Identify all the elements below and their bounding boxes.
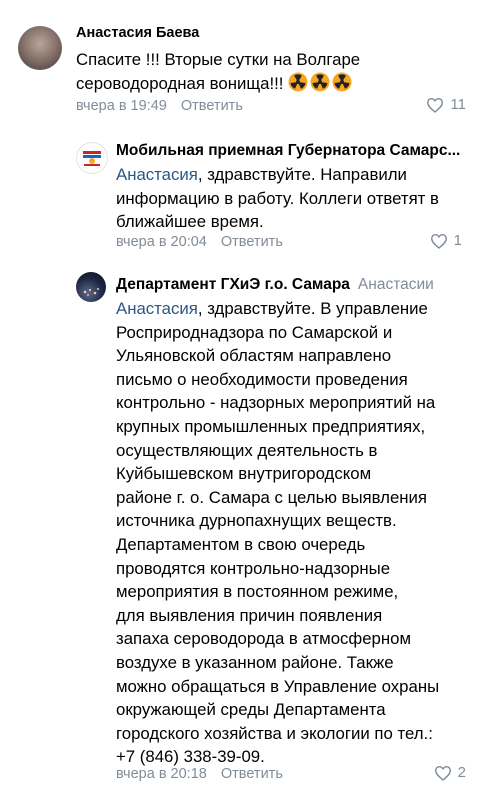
comment-author[interactable]: Департамент ГХиЭ г.о. Самара Анастасии bbox=[116, 276, 434, 294]
reply-to-name[interactable]: Анастасии bbox=[358, 276, 434, 293]
comment-line: Спасите !!! Вторые сутки на Волгаре bbox=[76, 50, 361, 69]
comment-time: вчера в 19:49 bbox=[76, 98, 167, 114]
like-count: 1 bbox=[453, 232, 462, 249]
comment-author[interactable]: Анастасия Баева bbox=[76, 25, 199, 41]
comment-line: Анастасия, здравствуйте. В управление bbox=[116, 297, 439, 321]
comment-meta: вчера в 19:49 Ответить bbox=[76, 98, 243, 114]
comment-meta: вчера в 20:04 Ответить bbox=[116, 234, 283, 250]
comment-line: для выявления причин появления bbox=[116, 605, 383, 625]
comment-line-text: , здравствуйте. Направили bbox=[197, 165, 407, 184]
heart-icon bbox=[434, 765, 451, 781]
comment-time: вчера в 20:18 bbox=[116, 766, 207, 782]
comment-line: городского хозяйства и экологии по тел.: bbox=[116, 723, 433, 743]
heart-icon bbox=[427, 97, 444, 113]
comment-line: воздухе в указанном районе. Также bbox=[116, 652, 394, 672]
comment-text: Анастасия, здравствуйте. В управление Ро… bbox=[116, 297, 439, 769]
comment-line: информацию в работу. Коллеги ответят в bbox=[116, 188, 439, 208]
like-count: 11 bbox=[450, 96, 466, 113]
like-button[interactable]: 2 bbox=[434, 764, 466, 781]
comment-line: Куйбышевском внутригородском bbox=[116, 464, 372, 484]
avatar[interactable] bbox=[76, 142, 108, 174]
comment-line: источника дурнопахнущих веществ. bbox=[116, 511, 397, 531]
comment-author[interactable]: Мобильная приемная Губернатора Самарс... bbox=[116, 142, 460, 160]
reply-button[interactable]: Ответить bbox=[221, 234, 283, 250]
comment-text: Анастасия, здравствуйте. Направили инфор… bbox=[116, 163, 439, 234]
comment-line: письмо о необходимости проведения bbox=[116, 369, 408, 389]
mention-link[interactable]: Анастасия bbox=[116, 165, 198, 184]
comment-line: Анастасия, здравствуйте. Направили bbox=[116, 163, 439, 187]
like-count: 2 bbox=[457, 764, 466, 781]
comment-line-text: сероводородная вонища!!! bbox=[76, 73, 284, 93]
comment-meta: вчера в 20:18 Ответить bbox=[116, 766, 283, 782]
like-button[interactable]: 11 bbox=[426, 96, 466, 113]
comment-line: осуществляющих деятельность в bbox=[116, 440, 378, 460]
governor-logo-icon bbox=[83, 151, 101, 166]
comment-line: крупных промышленных предприятиях, bbox=[116, 416, 426, 436]
comment-line: ближайшее время. bbox=[116, 212, 264, 232]
radioactive-emoji-icon bbox=[288, 72, 352, 96]
comment-line: Росприроднадзора по Самарской и bbox=[116, 322, 393, 342]
comment-author-name[interactable]: Департамент ГХиЭ г.о. Самара bbox=[116, 276, 350, 293]
city-lights-icon bbox=[83, 288, 99, 296]
comment-text: Спасите !!! Вторые сутки на Волгаре серо… bbox=[76, 48, 360, 95]
comment-line: окружающей среды Департамента bbox=[116, 700, 386, 720]
comment-line: проводятся контрольно-надзорные bbox=[116, 558, 391, 578]
comment-line: мероприятия в постоянном режиме, bbox=[116, 582, 399, 602]
comment-line: сероводородная вонища!!! bbox=[76, 72, 360, 96]
comment-line: контрольно - надзорных мероприятий на bbox=[116, 393, 436, 413]
reply-button[interactable]: Ответить bbox=[181, 98, 243, 114]
comment-line: районе г. о. Самара с целью выявления bbox=[116, 487, 428, 507]
comment-time: вчера в 20:04 bbox=[116, 234, 207, 250]
comment-line: Департаментом в свою очередь bbox=[116, 534, 366, 554]
like-button[interactable]: 1 bbox=[430, 232, 462, 249]
comment-line: запаха сероводорода в атмосферном bbox=[116, 629, 412, 649]
avatar[interactable] bbox=[18, 26, 62, 70]
comment-line: Ульяновской областям направлено bbox=[116, 346, 392, 366]
comment-line: можно обращаться в Управление охраны bbox=[116, 676, 440, 696]
comment-line-text: , здравствуйте. В управление bbox=[197, 299, 428, 318]
heart-icon bbox=[430, 233, 447, 249]
mention-link[interactable]: Анастасия bbox=[116, 299, 198, 318]
reply-button[interactable]: Ответить bbox=[221, 766, 283, 782]
avatar[interactable] bbox=[76, 272, 106, 302]
